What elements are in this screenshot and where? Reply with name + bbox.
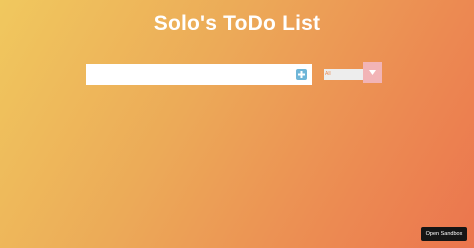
open-sandbox-button[interactable]: Open Sandbox bbox=[421, 227, 467, 241]
todo-form bbox=[86, 64, 312, 85]
filter-selected-value: All bbox=[324, 69, 364, 80]
plus-square-icon bbox=[296, 69, 307, 80]
add-todo-button[interactable] bbox=[296, 69, 307, 80]
todo-input[interactable] bbox=[86, 64, 294, 85]
filter-select[interactable]: All bbox=[324, 62, 382, 83]
filter-arrow-button[interactable] bbox=[363, 62, 382, 83]
page-title: Solo's ToDo List bbox=[153, 12, 321, 35]
caret-down-icon bbox=[369, 70, 376, 75]
